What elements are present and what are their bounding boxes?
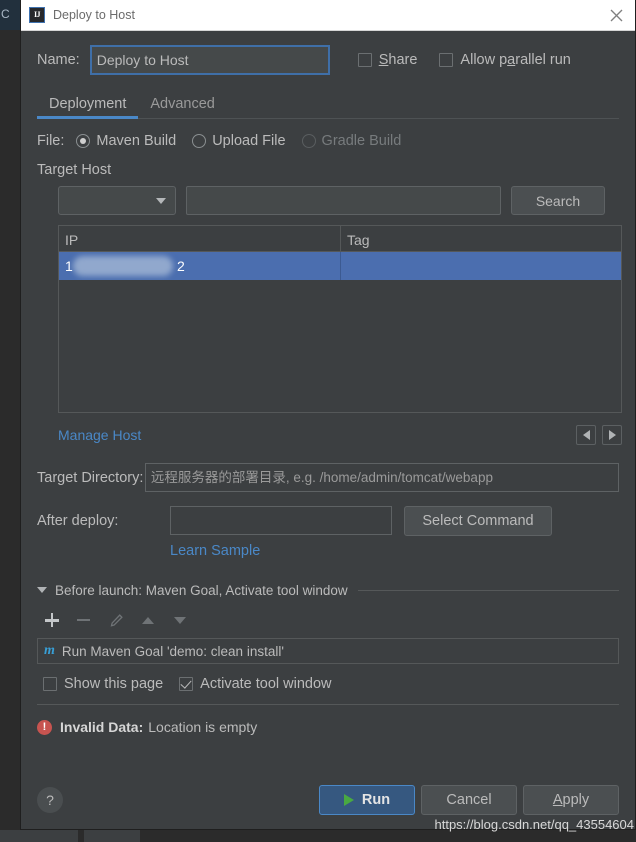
after-deploy-label: After deploy: bbox=[37, 512, 119, 529]
table-row[interactable]: 1 2 bbox=[59, 252, 621, 280]
host-search-row: Search bbox=[37, 186, 619, 215]
before-launch-divider bbox=[357, 589, 619, 591]
backdrop-bottom-tab bbox=[0, 830, 78, 842]
before-launch-header-row: Before launch: Maven Goal, Activate tool… bbox=[37, 581, 619, 599]
allow-parallel-run-checkbox[interactable] bbox=[439, 53, 454, 67]
tab-deployment[interactable]: Deployment bbox=[37, 96, 139, 119]
close-icon[interactable] bbox=[603, 2, 629, 28]
error-icon: ! bbox=[37, 719, 52, 735]
host-table-header: IP Tag bbox=[59, 226, 621, 252]
add-icon[interactable] bbox=[43, 611, 61, 629]
validation-error: ! Invalid Data: Location is empty bbox=[37, 717, 619, 737]
select-command-button[interactable]: Select Command bbox=[404, 505, 552, 536]
list-item: Run Maven Goal 'demo: clean install' bbox=[61, 643, 284, 659]
target-directory-row: Target Directory: bbox=[37, 463, 619, 492]
host-filter-combobox[interactable] bbox=[58, 186, 176, 215]
name-label: Name: bbox=[37, 52, 80, 68]
name-input[interactable] bbox=[89, 45, 330, 75]
error-detail: Location is empty bbox=[148, 719, 258, 735]
learn-sample-link[interactable]: Learn Sample bbox=[170, 543, 260, 559]
dialog-title: Deploy to Host bbox=[53, 8, 135, 22]
allow-parallel-run-label: Allow parallel run bbox=[460, 52, 571, 68]
footer-buttons: Run Cancel Apply bbox=[319, 785, 619, 815]
target-host-section-label: Target Host bbox=[37, 162, 112, 178]
radio-upload-file[interactable]: Upload File bbox=[192, 133, 286, 149]
error-divider bbox=[37, 704, 619, 705]
question-mark-icon[interactable]: ? bbox=[37, 787, 63, 813]
edit-pencil-icon bbox=[107, 611, 125, 629]
file-label: File: bbox=[37, 133, 65, 149]
target-directory-label: Target Directory: bbox=[37, 469, 144, 486]
run-button[interactable]: Run bbox=[319, 785, 415, 815]
ip-redaction-blur bbox=[73, 256, 173, 276]
manage-host-link[interactable]: Manage Host bbox=[58, 427, 141, 443]
target-directory-input[interactable] bbox=[144, 463, 619, 492]
share-checkbox[interactable] bbox=[357, 53, 372, 67]
move-down-icon bbox=[171, 611, 189, 629]
run-button-label: Run bbox=[361, 792, 391, 808]
error-title: Invalid Data: bbox=[60, 719, 144, 735]
share-checkbox-group[interactable]: Share bbox=[357, 52, 418, 68]
host-table: IP Tag 1 2 bbox=[58, 225, 622, 413]
activate-tool-window-label: Activate tool window bbox=[200, 676, 332, 692]
tab-advanced[interactable]: Advanced bbox=[138, 96, 227, 118]
deploy-to-host-dialog: IJ Deploy to Host Name: Share Allow para… bbox=[20, 0, 636, 830]
before-launch-header-text: Before launch: Maven Goal, Activate tool… bbox=[55, 582, 348, 598]
upload-file-label: Upload File bbox=[212, 133, 286, 149]
backdrop-left-char: C bbox=[1, 7, 10, 21]
show-this-page-label: Show this page bbox=[64, 676, 164, 692]
share-label: Share bbox=[378, 52, 418, 68]
move-up-icon bbox=[139, 611, 157, 629]
file-type-row: File: Maven Build Upload File Gradle Bui… bbox=[37, 130, 619, 152]
dialog-footer: ? Run Cancel Apply bbox=[37, 783, 619, 817]
ip-prefix: 1 bbox=[65, 258, 73, 274]
upload-file-radio[interactable] bbox=[192, 134, 207, 148]
allow-parallel-run-checkbox-group[interactable]: Allow parallel run bbox=[439, 52, 571, 68]
after-deploy-row: After deploy: Select Command bbox=[37, 505, 619, 536]
gradle-build-label: Gradle Build bbox=[321, 133, 402, 149]
before-launch-toolbar bbox=[37, 609, 619, 631]
ip-suffix: 2 bbox=[177, 258, 185, 274]
maven-build-label: Maven Build bbox=[96, 133, 177, 149]
backdrop-bottom-tab bbox=[84, 830, 140, 842]
arrow-right-icon[interactable] bbox=[602, 425, 622, 445]
intellij-idea-icon: IJ bbox=[29, 7, 45, 23]
dialog-titlebar: IJ Deploy to Host bbox=[21, 0, 635, 31]
remove-icon bbox=[75, 611, 93, 629]
table-cell-ip: 1 2 bbox=[59, 252, 341, 280]
maven-icon: m bbox=[44, 643, 55, 658]
after-deploy-input[interactable] bbox=[170, 506, 392, 535]
gradle-build-radio bbox=[301, 134, 316, 148]
play-icon bbox=[343, 794, 354, 806]
watermark-url: https://blog.csdn.net/qq_43554604 bbox=[434, 817, 635, 832]
intellij-idea-icon-text: IJ bbox=[33, 10, 41, 19]
backdrop-left-panel: C bbox=[0, 0, 20, 30]
radio-maven-build[interactable]: Maven Build bbox=[76, 133, 176, 149]
learn-sample-row: Learn Sample bbox=[37, 543, 619, 559]
column-header-ip[interactable]: IP bbox=[59, 226, 341, 251]
host-table-empty-area bbox=[59, 280, 621, 412]
column-header-tag[interactable]: Tag bbox=[341, 226, 621, 251]
maven-build-radio[interactable] bbox=[76, 134, 91, 148]
pagination-controls bbox=[576, 425, 622, 445]
arrow-left-icon[interactable] bbox=[576, 425, 596, 445]
dialog-body: Name: Share Allow parallel run Deploymen… bbox=[21, 31, 635, 829]
manage-host-row: Manage Host bbox=[58, 423, 622, 447]
table-cell-tag bbox=[341, 252, 621, 280]
cancel-button[interactable]: Cancel bbox=[421, 785, 517, 815]
radio-gradle-build: Gradle Build bbox=[301, 133, 402, 149]
activate-tool-window-checkbox[interactable] bbox=[179, 677, 194, 691]
chevron-down-icon bbox=[156, 197, 166, 204]
triangle-down-icon[interactable] bbox=[37, 587, 47, 593]
before-launch-task-list[interactable]: m Run Maven Goal 'demo: clean install' bbox=[37, 638, 619, 664]
name-row: Name: Share Allow parallel run bbox=[37, 45, 619, 75]
apply-button[interactable]: Apply bbox=[523, 785, 619, 815]
show-this-page-checkbox[interactable] bbox=[43, 677, 57, 691]
search-button[interactable]: Search bbox=[511, 186, 605, 215]
host-search-input[interactable] bbox=[186, 186, 501, 215]
apply-button-label: Apply bbox=[552, 792, 590, 808]
before-launch-options-row: Show this page Activate tool window bbox=[37, 674, 619, 694]
dialog-tabs: Deployment Advanced bbox=[37, 91, 619, 119]
